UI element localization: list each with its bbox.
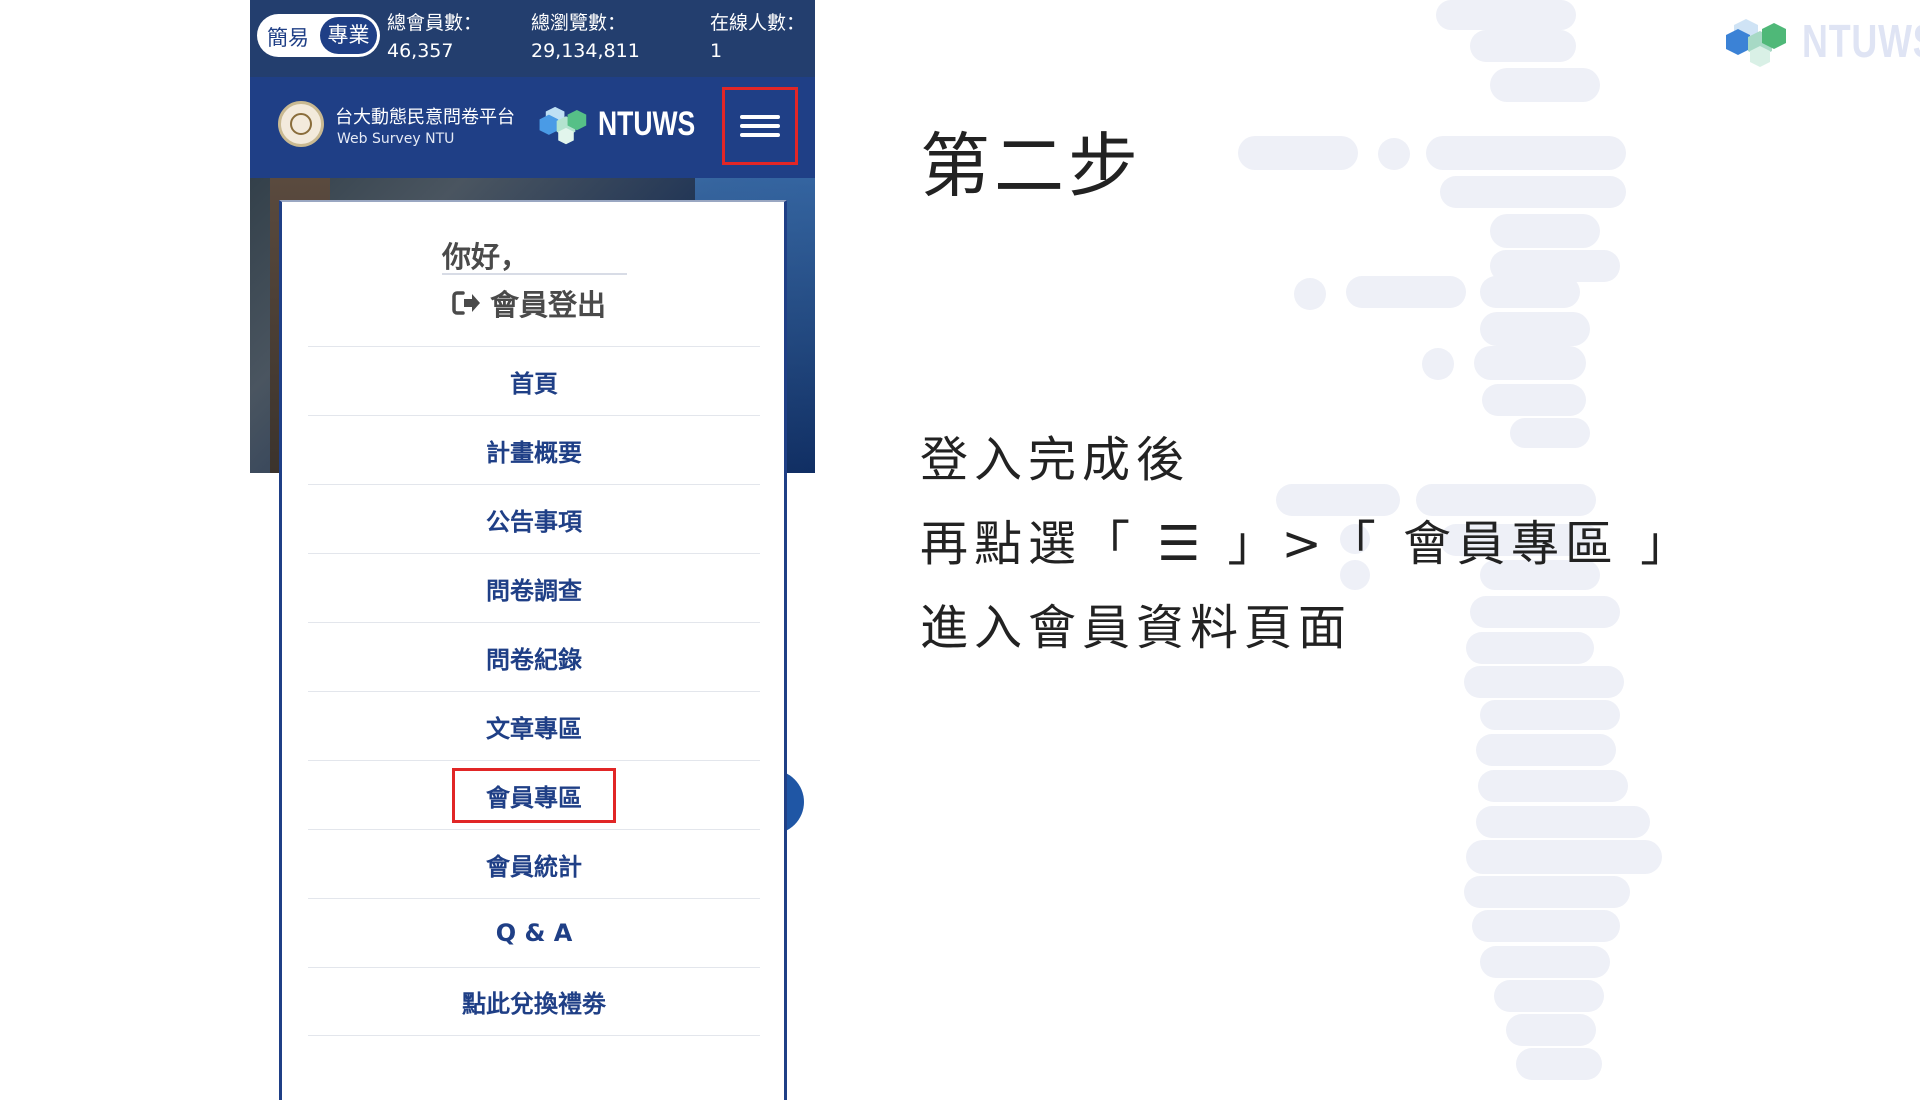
brand-logo: NTUWS [1724, 14, 1920, 68]
deco-pill [1294, 278, 1326, 310]
stat-label: 在線人數： [710, 12, 806, 34]
deco-pill [1480, 946, 1610, 978]
stat-value: 29,134,811 [531, 40, 640, 62]
menu-item-label: 計畫概要 [486, 438, 582, 467]
site-subtitle: Web Survey NTU [337, 131, 455, 147]
deco-pill [1422, 348, 1454, 380]
deco-pill [1378, 138, 1410, 170]
header-logo-text: NTUWS [598, 104, 696, 143]
nav-menu-list: 首頁 計畫概要 公告事項 問卷調查 問卷紀錄 文章專區 會員專區 會員統計 Q … [308, 346, 760, 1036]
deco-pill [1516, 1048, 1602, 1080]
deco-pill [1466, 632, 1594, 664]
deco-pill [1466, 840, 1662, 874]
university-seal-icon[interactable] [278, 101, 324, 147]
mode-toggle[interactable]: 簡易 專業 [257, 14, 380, 57]
logout-icon [452, 291, 480, 315]
greeting-divider [442, 273, 627, 275]
site-header: 台大動態民意問卷平台 Web Survey NTU NTUWS [250, 77, 815, 178]
hamburger-menu-button[interactable] [722, 87, 798, 165]
menu-item-faq[interactable]: Q & A [308, 898, 760, 967]
deco-pill [1494, 980, 1604, 1012]
deco-pill [1470, 30, 1576, 62]
menu-item-label: 問卷紀錄 [486, 645, 582, 674]
deco-pill [1472, 910, 1620, 942]
greeting-text: 你好， [442, 240, 530, 274]
menu-item-announcements[interactable]: 公告事項 [308, 484, 760, 553]
deco-pill [1238, 136, 1358, 170]
site-name[interactable]: 台大動態民意問卷平台 [335, 107, 515, 129]
deco-pill [1490, 68, 1600, 102]
menu-item-label: 首頁 [510, 369, 558, 398]
deco-pill [1478, 770, 1628, 802]
deco-pill [1480, 312, 1590, 346]
logout-link[interactable]: 會員登出 [452, 282, 606, 324]
stat-value: 46,357 [387, 40, 454, 62]
menu-item-label: 文章專區 [486, 714, 582, 743]
deco-pill [1440, 176, 1626, 208]
deco-pill [1480, 276, 1580, 308]
menu-item-label: 會員統計 [486, 852, 582, 881]
stat-members: 總會員數： 46,357 [387, 9, 482, 65]
deco-pill [1506, 1014, 1596, 1046]
deco-pill [1470, 596, 1620, 628]
menu-item-member-stats[interactable]: 會員統計 [308, 829, 760, 898]
stat-views: 總瀏覽數： 29,134,811 [531, 9, 640, 65]
menu-item-label: 公告事項 [486, 507, 582, 536]
menu-item-label: 點此兌換禮劵 [462, 990, 606, 1018]
menu-item-redeem-voucher[interactable]: 點此兌換禮劵 [308, 967, 760, 1036]
stat-label: 總會員數： [387, 12, 483, 34]
deco-pill [1490, 214, 1600, 248]
deco-pill [1482, 384, 1586, 416]
mode-simple-option[interactable]: 簡易 [267, 22, 309, 52]
instruction-line-2: 再點選「 ☰ 」>「 會員專區 」 [920, 516, 1695, 572]
menu-item-surveys[interactable]: 問卷調查 [308, 553, 760, 622]
menu-item-label: 會員專區 [452, 767, 616, 823]
mode-pro-option[interactable]: 專業 [320, 17, 377, 54]
instruction-line-3: 進入會員資料頁面 [920, 600, 1353, 656]
menu-item-home[interactable]: 首頁 [308, 346, 760, 415]
stat-online: 在線人數： 1 [710, 9, 805, 65]
deco-pill [1436, 0, 1576, 30]
nav-menu-panel: 你好， 會員登出 首頁 計畫概要 公告事項 問卷調查 問卷紀錄 文章專區 會員專… [279, 200, 787, 1100]
menu-item-label: 問卷調查 [486, 576, 582, 605]
menu-item-label: Q & A [495, 919, 573, 947]
deco-pill [1476, 806, 1650, 838]
menu-item-articles[interactable]: 文章專區 [308, 691, 760, 760]
deco-pill [1464, 666, 1624, 698]
menu-item-survey-records[interactable]: 問卷紀錄 [308, 622, 760, 691]
top-stats-bar: 簡易 專業 總會員數： 46,357 總瀏覽數： 29,134,811 在線人數… [250, 0, 815, 77]
deco-pill [1476, 734, 1616, 766]
logout-label: 會員登出 [490, 288, 607, 322]
hamburger-menu-icon [740, 110, 780, 142]
deco-pill [1464, 876, 1630, 908]
header-logo[interactable]: NTUWS [538, 101, 723, 147]
brand-name: NTUWS [1802, 15, 1920, 67]
deco-pill [1510, 418, 1590, 448]
deco-pill [1474, 346, 1586, 380]
stat-label: 總瀏覽數： [531, 12, 627, 34]
deco-pill [1480, 700, 1620, 730]
deco-pill [1346, 276, 1466, 308]
deco-pill [1426, 136, 1626, 170]
stat-value: 1 [710, 40, 723, 62]
hex-cluster-logo-icon [539, 106, 587, 145]
instruction-line-1: 登入完成後 [920, 432, 1191, 488]
step-title: 第二步 [920, 125, 1142, 207]
hex-cluster-logo-icon [1726, 19, 1786, 67]
menu-item-member-area[interactable]: 會員專區 [308, 760, 760, 829]
menu-item-project-overview[interactable]: 計畫概要 [308, 415, 760, 484]
